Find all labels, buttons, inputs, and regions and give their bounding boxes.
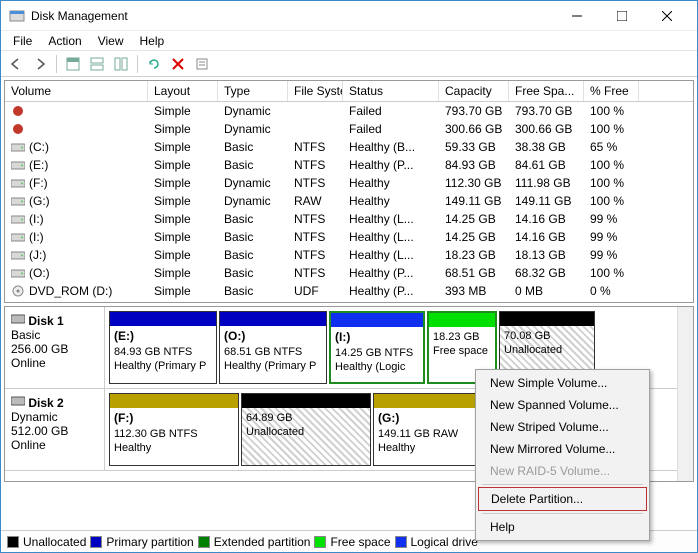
partition[interactable]: (E:)84.93 GB NTFSHealthy (Primary P (109, 311, 217, 384)
refresh-button[interactable] (143, 53, 165, 75)
volume-row[interactable]: DVD_ROM (D:)SimpleBasicUDFHealthy (P...3… (5, 282, 693, 300)
ctx-new-simple[interactable]: New Simple Volume... (478, 372, 647, 394)
col-fs[interactable]: File System (288, 81, 343, 101)
window-title: Disk Management (31, 9, 554, 23)
view2-button[interactable] (86, 53, 108, 75)
volume-list: Volume Layout Type File System Status Ca… (4, 80, 694, 303)
menu-action[interactable]: Action (40, 32, 89, 50)
ctx-new-spanned[interactable]: New Spanned Volume... (478, 394, 647, 416)
menu-view[interactable]: View (90, 32, 132, 50)
col-type[interactable]: Type (218, 81, 288, 101)
volume-row[interactable]: (O:)SimpleBasicNTFSHealthy (P...68.51 GB… (5, 264, 693, 282)
forward-button[interactable] (29, 53, 51, 75)
legend-primary-swatch (90, 536, 102, 548)
partition[interactable]: (F:)112.30 GB NTFSHealthy (109, 393, 239, 466)
ctx-new-striped[interactable]: New Striped Volume... (478, 416, 647, 438)
volume-row[interactable]: (I:)SimpleBasicNTFSHealthy (L...14.25 GB… (5, 228, 693, 246)
disk-icon (11, 395, 25, 407)
volume-row[interactable]: (J:)SimpleBasicNTFSHealthy (L...18.23 GB… (5, 246, 693, 264)
legend-free-swatch (314, 536, 326, 548)
view3-button[interactable] (110, 53, 132, 75)
disk1-label[interactable]: Disk 1 Basic 256.00 GB Online (5, 307, 105, 388)
view1-button[interactable] (62, 53, 84, 75)
toolbar (1, 51, 697, 77)
col-free[interactable]: Free Spa... (509, 81, 584, 101)
minimize-button[interactable] (554, 2, 599, 30)
close-button[interactable] (644, 2, 689, 30)
col-status[interactable]: Status (343, 81, 439, 101)
ctx-help[interactable]: Help (478, 516, 647, 538)
disk2-label[interactable]: Disk 2 Dynamic 512.00 GB Online (5, 389, 105, 470)
back-button[interactable] (5, 53, 27, 75)
volume-row[interactable]: SimpleDynamicFailed300.66 GB300.66 GB100… (5, 120, 693, 138)
menu-file[interactable]: File (5, 32, 40, 50)
partition[interactable]: (O:)68.51 GB NTFSHealthy (Primary P (219, 311, 327, 384)
volume-row[interactable]: (E:)SimpleBasicNTFSHealthy (P...84.93 GB… (5, 156, 693, 174)
ctx-delete-partition[interactable]: Delete Partition... (478, 487, 647, 511)
menubar: File Action View Help (1, 31, 697, 51)
ctx-new-mirrored[interactable]: New Mirrored Volume... (478, 438, 647, 460)
legend-extended-swatch (198, 536, 210, 548)
volume-row[interactable]: SimpleDynamicFailed793.70 GB793.70 GB100… (5, 102, 693, 120)
menu-help[interactable]: Help (132, 32, 173, 50)
maximize-button[interactable] (599, 2, 644, 30)
disk-icon (11, 313, 25, 325)
volume-row[interactable]: (C:)SimpleBasicNTFSHealthy (B...59.33 GB… (5, 138, 693, 156)
scrollbar[interactable] (677, 307, 693, 481)
context-menu: New Simple Volume... New Spanned Volume.… (475, 369, 650, 541)
properties-button[interactable] (191, 53, 213, 75)
ctx-new-raid5: New RAID-5 Volume... (478, 460, 647, 482)
volume-row[interactable]: (F:)SimpleDynamicNTFSHealthy112.30 GB111… (5, 174, 693, 192)
volume-row[interactable]: System ReservedSimpleBasicNTFSHealthy (S… (5, 300, 693, 302)
col-pct[interactable]: % Free (584, 81, 639, 101)
partition[interactable]: (I:)14.25 GB NTFSHealthy (Logic (329, 311, 425, 384)
col-layout[interactable]: Layout (148, 81, 218, 101)
delete-button[interactable] (167, 53, 189, 75)
volume-row[interactable]: (G:)SimpleDynamicRAWHealthy149.11 GB149.… (5, 192, 693, 210)
partition[interactable]: 64.89 GBUnallocated (241, 393, 371, 466)
disk-mgmt-icon (9, 8, 25, 24)
titlebar: Disk Management (1, 1, 697, 31)
legend-logical-swatch (395, 536, 407, 548)
legend-unalloc-swatch (7, 536, 19, 548)
col-capacity[interactable]: Capacity (439, 81, 509, 101)
col-volume[interactable]: Volume (5, 81, 148, 101)
volume-row[interactable]: (I:)SimpleBasicNTFSHealthy (L...14.25 GB… (5, 210, 693, 228)
